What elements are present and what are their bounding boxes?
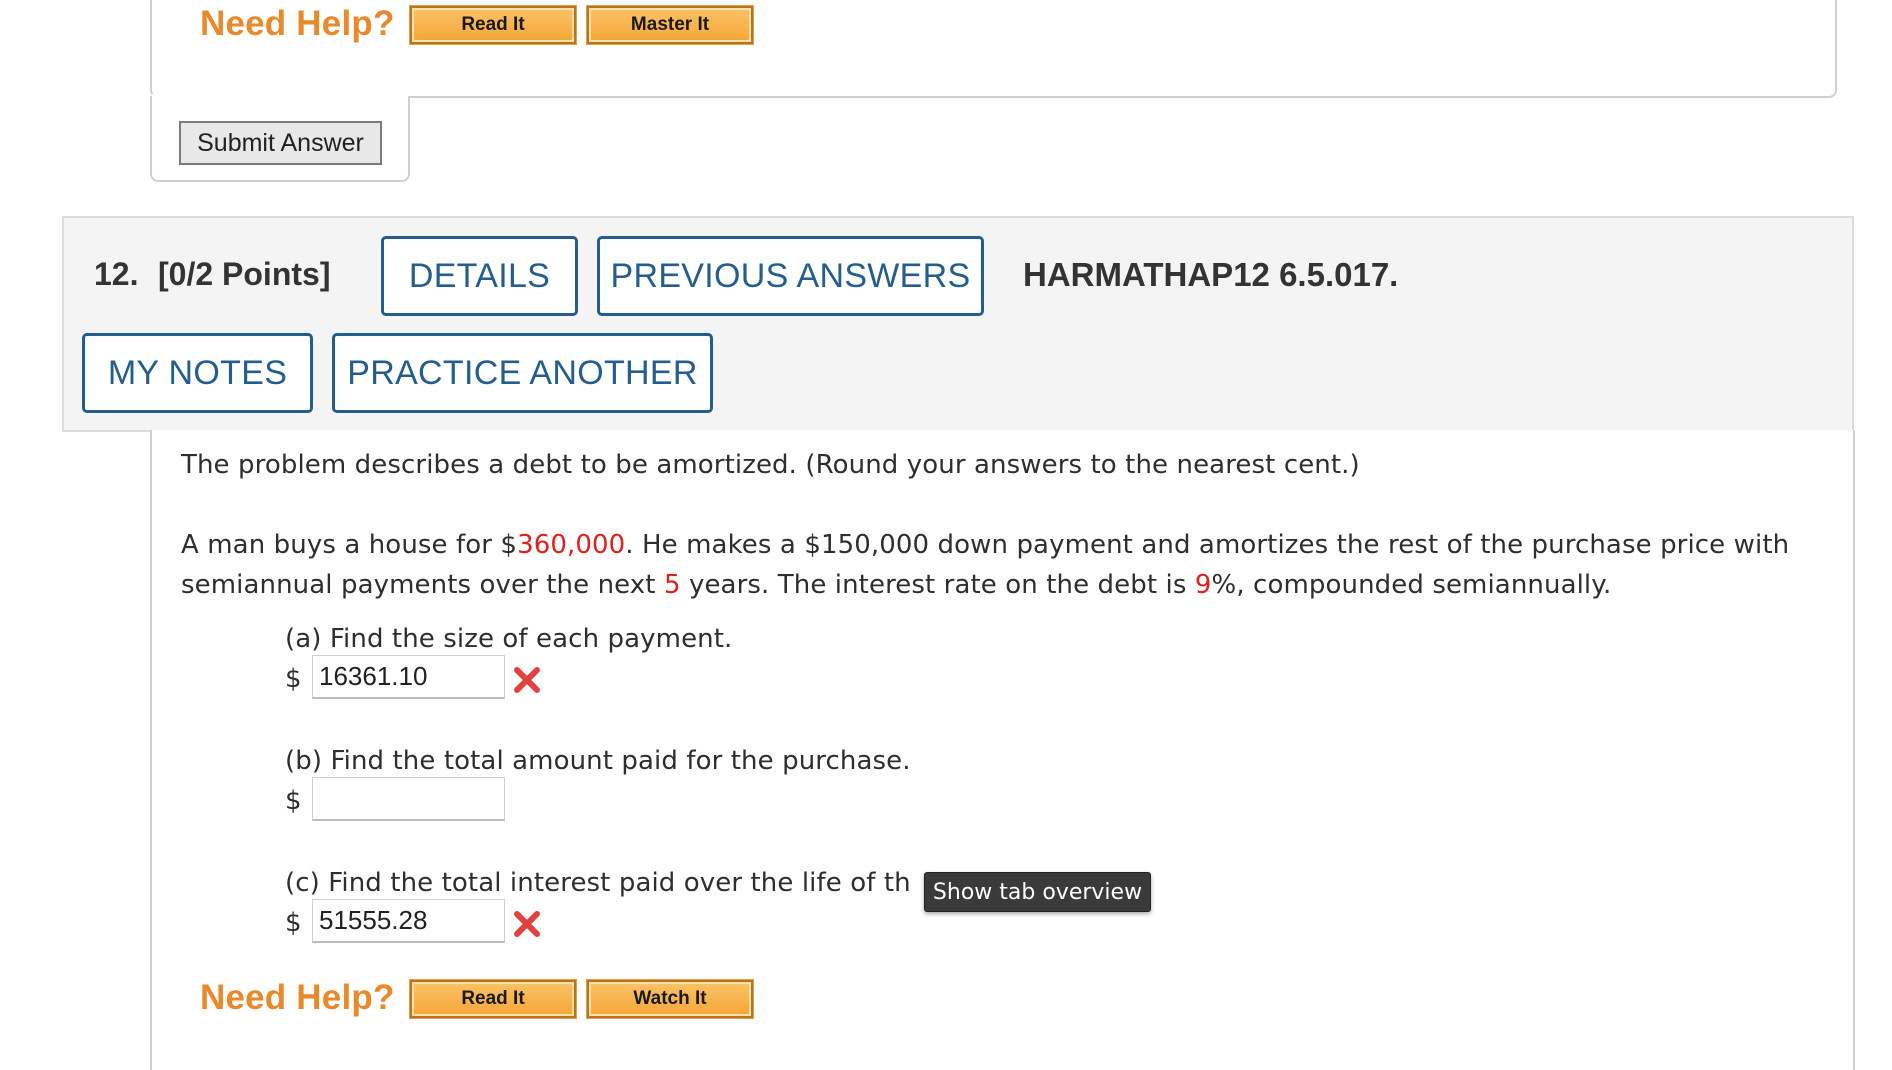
need-help-label: Need Help? — [200, 4, 395, 43]
part-b-currency: $ — [285, 786, 302, 816]
read-it-button[interactable]: Read It — [409, 979, 577, 1019]
problem-line-1: A man buys a house for $360,000. He make… — [181, 530, 1790, 560]
part-a-currency: $ — [285, 664, 302, 694]
part-b-answer-input[interactable] — [312, 777, 505, 821]
question-instructions: The problem describes a debt to be amort… — [181, 450, 1360, 480]
question-number: 12. — [94, 256, 139, 292]
previous-question-panel — [150, 0, 1837, 98]
tab-overview-tooltip: Show tab overview — [924, 872, 1151, 912]
problem-line-2: semiannual payments over the next 5 year… — [181, 570, 1612, 600]
part-a-answer-input[interactable]: 16361.10 — [312, 655, 505, 699]
part-c-currency: $ — [285, 908, 302, 938]
details-button[interactable]: DETAILS — [381, 236, 578, 316]
house-price: 360,000 — [517, 530, 626, 560]
read-it-button[interactable]: Read It — [409, 5, 577, 45]
interest-rate: 9 — [1194, 570, 1212, 600]
loan-years: 5 — [663, 570, 681, 600]
question-id: HARMATHAP12 6.5.017. — [1023, 256, 1399, 293]
practice-another-button[interactable]: PRACTICE ANOTHER — [332, 333, 713, 413]
watch-it-button[interactable]: Watch It — [586, 979, 754, 1019]
part-b-label: (b) Find the total amount paid for the p… — [285, 746, 911, 776]
need-help-label: Need Help? — [200, 978, 395, 1017]
part-c-label: (c) Find the total interest paid over th… — [285, 868, 911, 898]
submit-answer-button[interactable]: Submit Answer — [179, 121, 382, 165]
question-points: [0/2 Points] — [158, 256, 331, 292]
my-notes-button[interactable]: MY NOTES — [82, 333, 313, 413]
incorrect-x-icon — [514, 667, 540, 693]
part-a-label: (a) Find the size of each payment. — [285, 624, 733, 654]
incorrect-x-icon — [514, 911, 540, 937]
master-it-button[interactable]: Master It — [586, 5, 754, 45]
part-c-answer-input[interactable]: 51555.28 — [312, 899, 505, 943]
previous-answers-button[interactable]: PREVIOUS ANSWERS — [597, 236, 984, 316]
